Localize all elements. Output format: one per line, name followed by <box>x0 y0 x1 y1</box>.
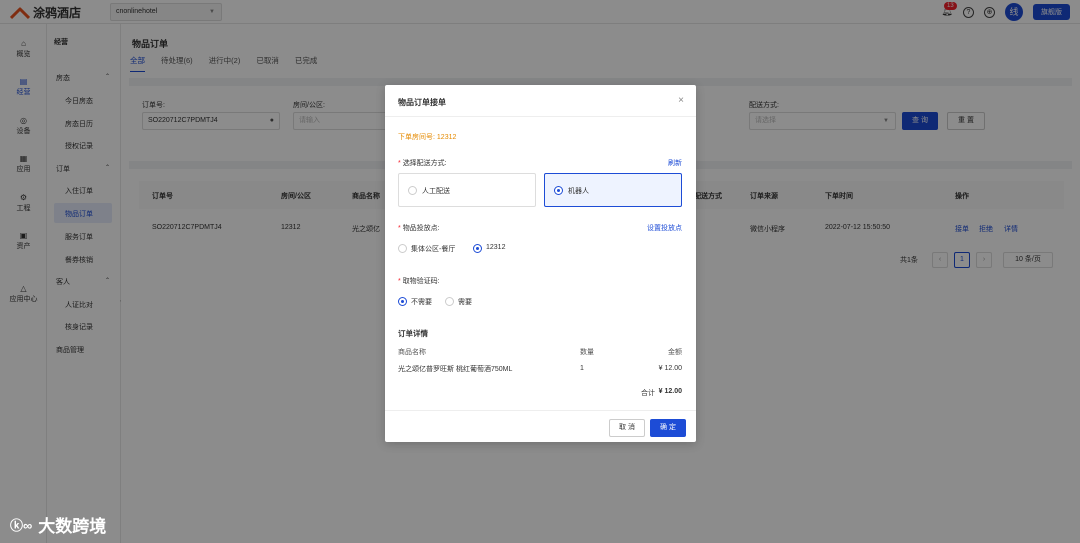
drop-option-public-label: 集体公区-餐厅 <box>411 246 456 253</box>
delivery-method-text: 选择配送方式: <box>402 160 447 167</box>
radio-drop-room[interactable] <box>473 244 482 253</box>
drop-option-room-label: 12312 <box>486 244 506 251</box>
modal-header: 物品订单接单 × <box>385 85 696 117</box>
delivery-option-robot-label: 机器人 <box>568 188 589 195</box>
refresh-link[interactable]: 刷新 <box>668 158 682 168</box>
delivery-option-robot[interactable]: 机器人 <box>544 173 682 207</box>
detail-col-amount: 金额 <box>668 349 682 356</box>
drop-point-text: 物品投放点: <box>402 225 440 232</box>
pickup-code-label: * 取物验证码: <box>398 276 440 286</box>
accept-order-modal: 物品订单接单 × 下单房间号: 12312 * 选择配送方式: 刷新 人工配送 … <box>385 85 696 442</box>
delivery-option-manual-label: 人工配送 <box>422 188 450 195</box>
close-icon[interactable]: × <box>678 95 684 106</box>
modal-title: 物品订单接单 <box>398 98 446 107</box>
detail-col-qty: 数量 <box>580 349 594 356</box>
watermark-text: 大数跨境 <box>38 517 107 536</box>
radio-code-needed[interactable] <box>445 297 454 306</box>
order-detail-title: 订单详情 <box>398 329 428 338</box>
detail-col-name: 商品名称 <box>398 349 426 356</box>
room-prefix: 下单房间号: <box>398 134 435 141</box>
delivery-method-label: * 选择配送方式: <box>398 158 447 168</box>
total-value: ¥ 12.00 <box>658 388 682 395</box>
required-mark: * <box>398 160 401 167</box>
confirm-button[interactable]: 确 定 <box>650 419 686 437</box>
detail-row-amount: ¥ 12.00 <box>658 365 682 372</box>
radio-manual[interactable] <box>408 186 417 195</box>
radio-drop-public[interactable] <box>398 244 407 253</box>
room-number-line: 下单房间号: 12312 <box>398 132 456 142</box>
cancel-button[interactable]: 取 消 <box>609 419 645 437</box>
radio-robot[interactable] <box>554 186 563 195</box>
delivery-option-manual[interactable]: 人工配送 <box>398 173 536 207</box>
room-number: 12312 <box>436 134 457 141</box>
total-label: 合计 <box>641 390 655 397</box>
radio-code-not-needed[interactable] <box>398 297 407 306</box>
modal-footer: 取 消 确 定 <box>385 410 696 442</box>
watermark-logo-icon: ⓚ∞ <box>10 518 33 533</box>
watermark: ⓚ∞ 大数跨境 <box>10 512 106 537</box>
set-drop-point-link[interactable]: 设置投放点 <box>647 223 682 233</box>
code-option-not-needed-label: 不需要 <box>411 299 432 306</box>
drop-point-label: * 物品投放点: <box>398 223 440 233</box>
code-option-needed-label: 需要 <box>458 299 472 306</box>
pickup-code-text: 取物验证码: <box>402 278 440 285</box>
detail-row-name: 光之颂亿普罗旺斯 桃红葡萄酒750ML <box>398 366 513 373</box>
detail-row-qty: 1 <box>580 365 584 372</box>
required-mark: * <box>398 225 401 232</box>
required-mark: * <box>398 278 401 285</box>
